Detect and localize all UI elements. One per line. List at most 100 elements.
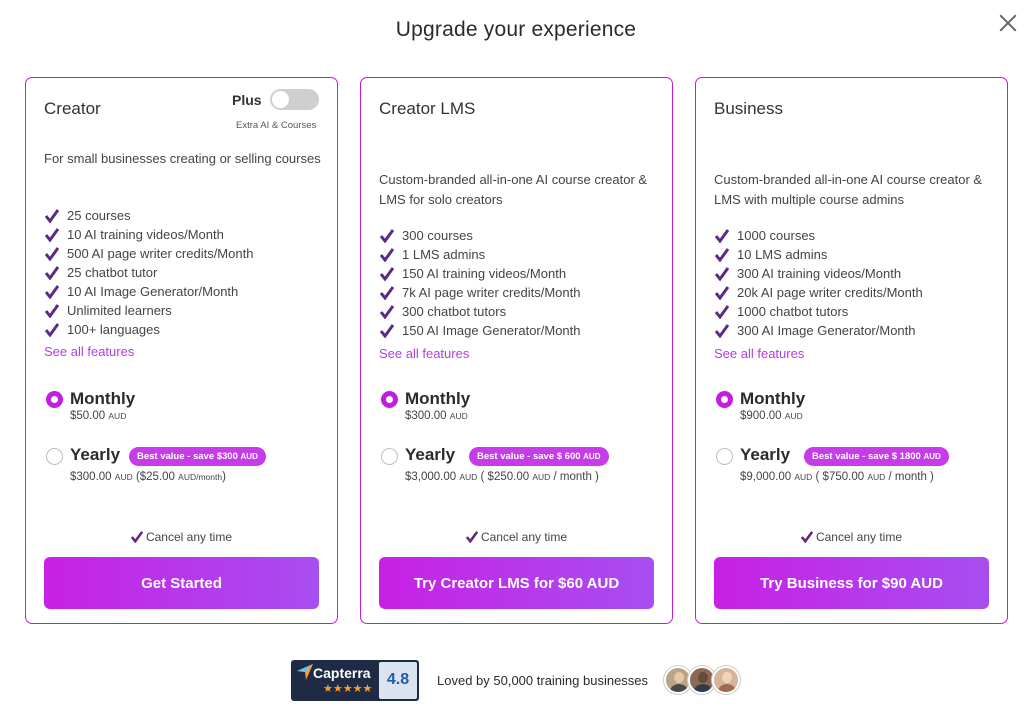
get-started-button[interactable]: Get Started (44, 557, 319, 609)
social-proof-text: Loved by 50,000 training businesses (437, 673, 649, 688)
check-icon (380, 229, 394, 243)
monthly-radio[interactable] (716, 391, 733, 408)
monthly-price: $300.00 AUD (405, 410, 468, 422)
price-amount: $9,000.00 (740, 471, 792, 483)
feature-item: 100+ languages (44, 320, 253, 339)
avatar-head (674, 672, 684, 683)
plan-card-business: Business Custom-branded all-in-one AI co… (695, 77, 1008, 624)
price-extra-end: / month ) (888, 471, 934, 483)
check-icon (45, 304, 59, 318)
price-extra-end: / month ) (553, 471, 599, 483)
check-icon (45, 323, 59, 337)
price-monthly-equivalent: ( $250.00 (480, 471, 530, 483)
price-amount: $50.00 (70, 410, 106, 422)
check-icon (45, 209, 59, 223)
plan-name: Business (714, 99, 783, 118)
yearly-price: $300.00 AUD ($25.00 AUD/month) (70, 471, 226, 483)
feature-item: 150 AI Image Generator/Month (379, 321, 581, 340)
try-creator-lms-button[interactable]: Try Creator LMS for $60 AUD (379, 557, 654, 609)
yearly-price: $9,000.00 AUD ( $750.00 AUD / month ) (740, 471, 934, 483)
plan-description: For small businesses creating or selling… (44, 151, 321, 166)
yearly-label: Yearly (405, 445, 456, 464)
check-icon (380, 248, 394, 262)
feature-text: 10 LMS admins (737, 247, 828, 262)
monthly-price: $50.00 AUD (70, 410, 126, 422)
monthly-radio[interactable] (381, 391, 398, 408)
check-icon (715, 229, 729, 243)
plan-card-creator-lms: Creator LMS Custom-branded all-in-one AI… (360, 77, 673, 624)
close-icon[interactable] (997, 12, 1019, 34)
price-currency: AUD (794, 472, 813, 482)
check-icon (715, 305, 729, 319)
feature-text: Unlimited learners (67, 303, 172, 318)
feature-text: 25 courses (67, 208, 131, 223)
see-all-features-link[interactable]: See all features (44, 344, 134, 359)
feature-item: 150 AI training videos/Month (379, 264, 581, 283)
cancel-text: Cancel any time (815, 530, 903, 544)
price-monthly-unit: AUD/month (178, 472, 223, 482)
cancel-text: Cancel any time (480, 530, 568, 544)
rating-score-box: 4.8 (379, 662, 417, 699)
cancel-note: Cancel any time (26, 529, 337, 544)
avatar-body (669, 684, 689, 692)
avatar-group (664, 666, 744, 694)
avatar-head (698, 672, 708, 683)
feature-text: 500 AI page writer credits/Month (67, 246, 254, 261)
feature-text: 300 chatbot tutors (402, 304, 507, 319)
price-amount: $900.00 (740, 410, 782, 422)
see-all-features-link[interactable]: See all features (714, 346, 804, 361)
yearly-radio[interactable] (716, 448, 733, 465)
feature-list: 300 courses 1 LMS admins 150 AI training… (379, 226, 581, 340)
price-monthly-equivalent: ( $750.00 (815, 471, 865, 483)
check-icon (45, 228, 59, 242)
badge-text: Best value - save $ 1800 (812, 451, 921, 462)
feature-item: 300 AI Image Generator/Month (714, 321, 923, 340)
feature-text: 300 courses (402, 228, 473, 243)
monthly-label: Monthly (70, 389, 136, 408)
feature-item: 25 courses (44, 206, 253, 225)
feature-item: 25 chatbot tutor (44, 263, 253, 282)
capterra-badge[interactable]: Capterra ★★★★★ 4.8 (291, 660, 419, 701)
feature-item: 10 AI Image Generator/Month (44, 282, 253, 301)
check-icon (45, 285, 59, 299)
plus-toggle[interactable] (270, 89, 319, 110)
feature-item: 7k AI page writer credits/Month (379, 283, 581, 302)
feature-item: 20k AI page writer credits/Month (714, 283, 923, 302)
toggle-knob (272, 91, 289, 108)
feature-item: 1 LMS admins (379, 245, 581, 264)
best-value-badge: Best value - save $ 1800 AUD (804, 447, 949, 466)
feature-text: 1000 courses (737, 228, 816, 243)
check-icon (45, 266, 59, 280)
feature-item: 1000 chatbot tutors (714, 302, 923, 321)
try-business-button[interactable]: Try Business for $90 AUD (714, 557, 989, 609)
check-icon (465, 531, 478, 543)
plan-card-creator: Creator Plus Extra AI & Courses For smal… (25, 77, 338, 624)
price-amount: $3,000.00 (405, 471, 457, 483)
monthly-label: Monthly (740, 389, 806, 408)
price-extra-end: ) (222, 471, 226, 483)
capterra-name: Capterra (313, 665, 371, 681)
yearly-radio[interactable] (381, 448, 398, 465)
feature-item: 300 courses (379, 226, 581, 245)
feature-text: 7k AI page writer credits/Month (402, 285, 581, 300)
check-icon (800, 531, 813, 543)
yearly-price: $3,000.00 AUD ( $250.00 AUD / month ) (405, 471, 599, 483)
badge-text: Best value - save $ 600 (477, 451, 581, 462)
avatar-body (717, 684, 737, 692)
yearly-radio[interactable] (46, 448, 63, 465)
capterra-logo-icon (297, 664, 313, 680)
feature-item: Unlimited learners (44, 301, 253, 320)
feature-item: 300 AI training videos/Month (714, 264, 923, 283)
cancel-text: Cancel any time (145, 530, 233, 544)
check-icon (380, 267, 394, 281)
feature-list: 1000 courses 10 LMS admins 300 AI traini… (714, 226, 923, 340)
feature-text: 25 chatbot tutor (67, 265, 158, 280)
check-icon (715, 286, 729, 300)
monthly-radio[interactable] (46, 391, 63, 408)
avatar (712, 666, 740, 694)
best-value-badge: Best value - save $300 AUD (129, 447, 266, 466)
monthly-label: Monthly (405, 389, 471, 408)
plan-description: Custom-branded all-in-one AI course crea… (379, 172, 648, 207)
see-all-features-link[interactable]: See all features (379, 346, 469, 361)
feature-item: 500 AI page writer credits/Month (44, 244, 253, 263)
